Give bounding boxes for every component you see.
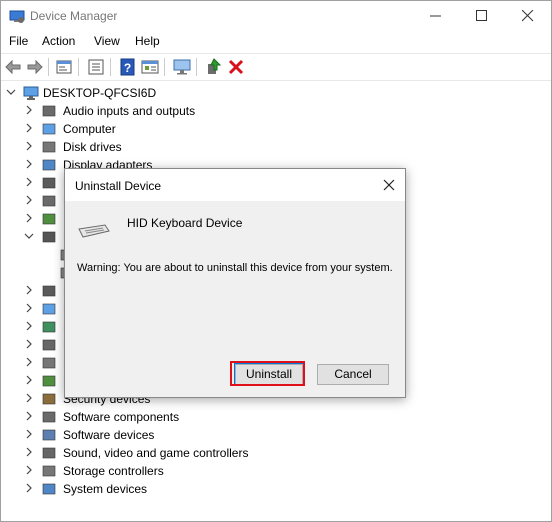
toolbar-separator bbox=[48, 58, 49, 76]
warning-text: Warning: You are about to uninstall this… bbox=[77, 262, 393, 274]
device-category-icon bbox=[41, 427, 57, 443]
device-category-icon bbox=[41, 391, 57, 407]
chevron-right-icon[interactable] bbox=[23, 410, 35, 422]
tree-root[interactable]: DESKTOP-QFCSI6D bbox=[1, 84, 551, 102]
uninstall-highlight-box bbox=[230, 361, 305, 386]
tree-item-label: Storage controllers bbox=[63, 464, 164, 478]
dialog-close-icon[interactable] bbox=[381, 177, 397, 193]
maximize-button[interactable] bbox=[459, 1, 505, 31]
tree-item[interactable]: Storage controllers bbox=[1, 462, 551, 480]
keyboard-icon bbox=[77, 223, 111, 239]
tree-item[interactable]: Sound, video and game controllers bbox=[1, 444, 551, 462]
back-arrow-icon[interactable] bbox=[5, 58, 23, 76]
help-icon[interactable]: ? bbox=[119, 58, 137, 76]
scan-hardware-monitor-icon[interactable] bbox=[173, 58, 191, 76]
device-category-icon bbox=[41, 175, 57, 191]
tree-item-label: System devices bbox=[63, 482, 148, 496]
device-category-icon bbox=[41, 373, 57, 389]
tree-item-label: Audio inputs and outputs bbox=[63, 104, 196, 118]
chevron-right-icon[interactable] bbox=[23, 302, 35, 314]
device-manager-window: Device Manager File Action View Help ? D… bbox=[0, 0, 552, 522]
device-category-icon bbox=[41, 319, 57, 335]
computer-icon bbox=[23, 85, 39, 101]
chevron-right-icon[interactable] bbox=[23, 428, 35, 440]
chevron-right-icon[interactable] bbox=[23, 320, 35, 332]
menu-view[interactable]: View bbox=[94, 34, 120, 48]
tree-item-label: Software devices bbox=[63, 428, 155, 442]
chevron-right-icon[interactable] bbox=[23, 194, 35, 206]
tree-item-label: Computer bbox=[63, 122, 116, 136]
minimize-icon bbox=[430, 15, 441, 17]
chevron-down-icon[interactable] bbox=[5, 86, 17, 98]
menu-action[interactable]: Action bbox=[42, 34, 75, 48]
chevron-right-icon[interactable] bbox=[23, 122, 35, 134]
device-category-icon bbox=[41, 121, 57, 137]
tree-item[interactable]: Audio inputs and outputs bbox=[1, 102, 551, 120]
toolbar: ? bbox=[1, 53, 551, 81]
tree-item[interactable]: Software components bbox=[1, 408, 551, 426]
toolbar-separator bbox=[110, 58, 111, 76]
chevron-right-icon[interactable] bbox=[23, 356, 35, 368]
properties-sheet-icon[interactable] bbox=[55, 58, 73, 76]
chevron-right-icon[interactable] bbox=[23, 482, 35, 494]
device-category-icon bbox=[41, 157, 57, 173]
title-bar: Device Manager bbox=[1, 1, 551, 31]
device-category-icon bbox=[41, 463, 57, 479]
minimize-button[interactable] bbox=[413, 1, 459, 31]
menu-help[interactable]: Help bbox=[135, 34, 160, 48]
chevron-right-icon[interactable] bbox=[23, 374, 35, 386]
device-category-icon bbox=[41, 193, 57, 209]
chevron-right-icon[interactable] bbox=[23, 158, 35, 170]
tree-root-label: DESKTOP-QFCSI6D bbox=[43, 86, 157, 100]
tree-item-label: Software components bbox=[63, 410, 180, 424]
device-manager-icon bbox=[9, 8, 25, 24]
driver-details-icon[interactable] bbox=[141, 58, 159, 76]
device-category-icon bbox=[41, 103, 57, 119]
chevron-down-icon[interactable] bbox=[23, 230, 35, 242]
device-category-icon bbox=[41, 283, 57, 299]
tree-item-label: Disk drives bbox=[63, 140, 122, 154]
cancel-button[interactable]: Cancel bbox=[317, 364, 389, 385]
close-icon bbox=[522, 10, 534, 22]
close-button[interactable] bbox=[505, 1, 551, 31]
tree-item[interactable]: System devices bbox=[1, 480, 551, 498]
chevron-right-icon[interactable] bbox=[23, 284, 35, 296]
device-category-icon bbox=[41, 139, 57, 155]
tree-item[interactable]: Computer bbox=[1, 120, 551, 138]
tree-item[interactable]: Software devices bbox=[1, 426, 551, 444]
device-category-icon bbox=[41, 337, 57, 353]
dialog-title: Uninstall Device bbox=[75, 179, 162, 193]
toolbar-separator bbox=[78, 58, 79, 76]
device-category-icon bbox=[41, 355, 57, 371]
device-category-icon bbox=[41, 229, 57, 245]
update-driver-icon[interactable] bbox=[205, 58, 223, 76]
svg-text:?: ? bbox=[124, 61, 131, 75]
chevron-right-icon[interactable] bbox=[23, 176, 35, 188]
chevron-right-icon[interactable] bbox=[23, 338, 35, 350]
uninstall-red-x-icon[interactable] bbox=[227, 58, 245, 76]
window-title: Device Manager bbox=[30, 9, 118, 23]
tree-item-label: Sound, video and game controllers bbox=[63, 446, 249, 460]
chevron-right-icon[interactable] bbox=[23, 464, 35, 476]
chevron-right-icon[interactable] bbox=[23, 140, 35, 152]
chevron-right-icon[interactable] bbox=[23, 446, 35, 458]
device-category-icon bbox=[41, 445, 57, 461]
tree-item[interactable]: Disk drives bbox=[1, 138, 551, 156]
chevron-right-icon[interactable] bbox=[23, 104, 35, 116]
device-name: HID Keyboard Device bbox=[127, 216, 243, 230]
device-category-icon bbox=[41, 481, 57, 497]
chevron-right-icon[interactable] bbox=[23, 212, 35, 224]
forward-arrow-icon[interactable] bbox=[25, 58, 43, 76]
toolbar-separator bbox=[196, 58, 197, 76]
toolbar-separator bbox=[164, 58, 165, 76]
device-category-icon bbox=[41, 409, 57, 425]
menu-file[interactable]: File bbox=[9, 34, 28, 48]
dialog-title-bar: Uninstall Device bbox=[65, 169, 405, 201]
menu-bar: File Action View Help bbox=[1, 31, 551, 52]
device-category-icon bbox=[41, 211, 57, 227]
maximize-icon bbox=[476, 10, 487, 21]
chevron-right-icon[interactable] bbox=[23, 392, 35, 404]
device-category-icon bbox=[41, 301, 57, 317]
list-view-icon[interactable] bbox=[87, 58, 105, 76]
